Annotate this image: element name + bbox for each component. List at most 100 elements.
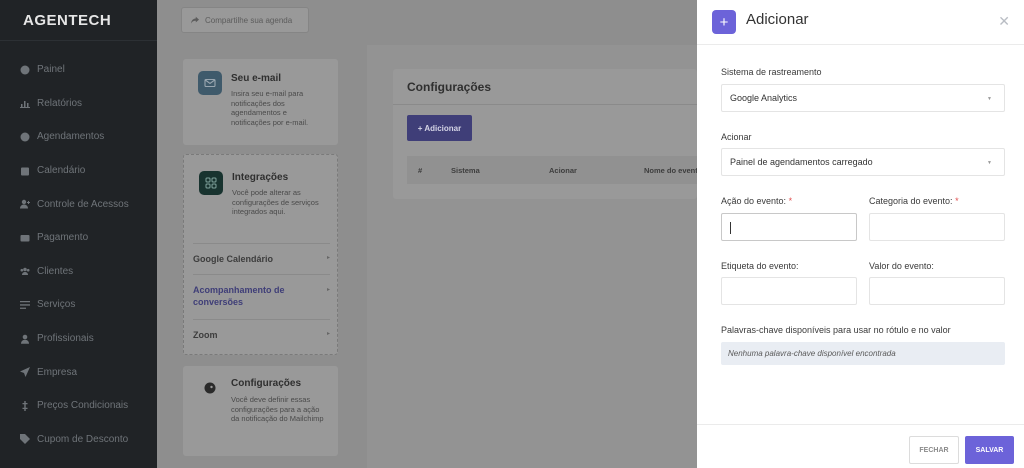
integration-link-label: Google Calendário	[193, 254, 274, 264]
credit-card-icon	[19, 232, 31, 244]
event-action-input[interactable]	[721, 213, 857, 241]
sidebar-item-label: Profissionais	[37, 333, 94, 345]
integrations-icon	[199, 171, 223, 195]
users-icon	[19, 265, 31, 277]
dollar-icon	[19, 400, 31, 412]
calendar-icon	[19, 165, 31, 177]
add-button[interactable]: + Adicionar	[407, 115, 472, 141]
share-agenda-label: Compartilhe sua agenda	[205, 15, 293, 25]
integration-link-zoom[interactable]: Zoom ▸	[193, 330, 330, 340]
sidebar-item-painel[interactable]: Painel	[0, 53, 157, 87]
config-card-text: Você deve definir essas configurações pa…	[231, 395, 324, 423]
chevron-down-icon: ▼	[987, 160, 992, 166]
required-mark: *	[788, 196, 793, 206]
sidebar: AGENTECH Painel Relatórios Agendamentos …	[0, 0, 157, 468]
keywords-empty-notice: Nenhuma palavra-chave disponível encontr…	[721, 342, 1005, 365]
integrations-card-title: Integrações	[232, 172, 289, 183]
main-content: Compartilhe sua agenda Seu e-mail Insira…	[157, 0, 697, 468]
sidebar-item-relatorios[interactable]: Relatórios	[0, 87, 157, 121]
sidebar-item-precos-condicionais[interactable]: Preços Condicionais	[0, 389, 157, 423]
divider	[393, 104, 697, 105]
sidebar-item-controle-de-acessos[interactable]: Controle de Acessos	[0, 187, 157, 221]
config-card-title: Configurações	[231, 378, 302, 389]
sidebar-item-label: Empresa	[37, 366, 78, 378]
email-icon	[198, 71, 222, 95]
clock-icon	[19, 131, 31, 143]
save-button[interactable]: SALVAR	[965, 436, 1014, 464]
integrations-card-text: Você pode alterar as configurações de se…	[232, 188, 319, 216]
config-card[interactable]: Configurações Você deve definir essas co…	[183, 366, 338, 456]
tracking-system-value: Google Analytics	[730, 93, 798, 103]
divider	[193, 243, 330, 244]
email-card[interactable]: Seu e-mail Insira seu e-mail para notifi…	[183, 59, 338, 145]
sidebar-item-servicos[interactable]: Serviços	[0, 288, 157, 322]
event-category-label: Categoria do evento: *	[869, 196, 959, 206]
email-card-title: Seu e-mail	[231, 73, 282, 84]
column-header: Sistema	[451, 166, 480, 175]
modal-footer: FECHAR SALVAR	[697, 424, 1024, 468]
chevron-right-icon: ▸	[326, 255, 330, 261]
dashboard-icon	[19, 64, 31, 76]
sidebar-item-clientes[interactable]: Clientes	[0, 255, 157, 289]
panel-title: Configurações	[407, 80, 492, 94]
chevron-down-icon: ▼	[987, 96, 992, 102]
event-value-input[interactable]	[869, 277, 1005, 305]
list-icon	[19, 299, 31, 311]
tag-icon	[19, 433, 31, 445]
sidebar-item-label: Preços Condicionais	[37, 400, 129, 412]
integration-link-label: Zoom	[193, 330, 218, 340]
modal-title: Adicionar	[746, 11, 809, 28]
trigger-select[interactable]: Painel de agendamentos carregado ▼	[721, 148, 1005, 176]
chevron-right-icon: ▸	[326, 287, 330, 293]
brand-logo[interactable]: AGENTECH	[0, 0, 157, 41]
column-header: #	[418, 166, 423, 175]
sidebar-item-label: Agendamentos	[37, 131, 105, 143]
integration-link-conversion-tracking[interactable]: Acompanhamento de conversões ▸	[193, 284, 330, 308]
chart-icon	[19, 97, 31, 109]
integration-link-label: Acompanhamento de conversões	[193, 285, 285, 307]
integrations-card: Integrações Você pode alterar as configu…	[183, 154, 338, 355]
sidebar-item-label: Pagamento	[37, 232, 89, 244]
sidebar-item-label: Clientes	[37, 265, 74, 277]
sidebar-item-agendamentos[interactable]: Agendamentos	[0, 120, 157, 154]
tracking-system-select[interactable]: Google Analytics ▼	[721, 84, 1005, 112]
modal-header: + Adicionar ✕	[697, 0, 1024, 45]
trigger-label: Acionar	[721, 132, 752, 142]
sidebar-item-label: Cupom de Desconto	[37, 433, 129, 445]
event-label-label: Etiqueta do evento:	[721, 261, 799, 271]
column-header: Nome do evento	[644, 166, 697, 175]
sidebar-nav: Painel Relatórios Agendamentos Calendári…	[0, 41, 157, 456]
required-mark: *	[955, 196, 959, 206]
plus-icon: +	[712, 10, 736, 34]
trigger-value: Painel de agendamentos carregado	[730, 157, 873, 167]
close-button[interactable]: FECHAR	[909, 436, 959, 464]
sidebar-item-pagamento[interactable]: Pagamento	[0, 221, 157, 255]
sidebar-item-label: Painel	[37, 64, 65, 76]
mailchimp-icon	[198, 376, 222, 400]
config-panel: Configurações + Adicionar # Sistema Acio…	[367, 45, 697, 468]
user-icon	[19, 333, 31, 345]
share-agenda-button[interactable]: Compartilhe sua agenda	[181, 7, 309, 33]
keywords-label: Palavras-chave disponíveis para usar no …	[721, 325, 951, 335]
email-card-text: Insira seu e-mail para notificações dos …	[231, 89, 309, 127]
chevron-right-icon: ▸	[326, 331, 330, 337]
integration-link-google-calendar[interactable]: Google Calendário ▸	[193, 254, 330, 264]
user-plus-icon	[19, 198, 31, 210]
sidebar-item-profissionais[interactable]: Profissionais	[0, 322, 157, 356]
sidebar-item-cupom-de-desconto[interactable]: Cupom de Desconto	[0, 423, 157, 457]
sidebar-item-label: Serviços	[37, 299, 76, 311]
send-icon	[19, 366, 31, 378]
close-icon[interactable]: ✕	[998, 13, 1010, 30]
divider	[193, 319, 330, 320]
event-value-label: Valor do evento:	[869, 261, 934, 271]
event-category-input[interactable]	[869, 213, 1005, 241]
config-panel-card: Configurações + Adicionar # Sistema Acio…	[393, 69, 697, 199]
sidebar-item-label: Controle de Acessos	[37, 198, 129, 210]
table-header: # Sistema Acionar Nome do evento	[407, 156, 697, 184]
sidebar-item-calendario[interactable]: Calendário	[0, 154, 157, 188]
event-label-input[interactable]	[721, 277, 857, 305]
sidebar-item-empresa[interactable]: Empresa	[0, 355, 157, 389]
column-header: Acionar	[549, 166, 577, 175]
divider	[193, 274, 330, 275]
sidebar-item-label: Calendário	[37, 165, 86, 177]
